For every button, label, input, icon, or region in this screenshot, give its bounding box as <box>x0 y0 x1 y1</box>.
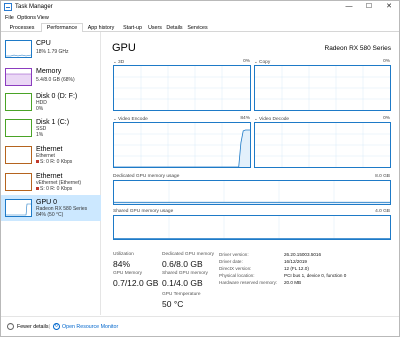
shared-memory-label: Shared GPU memory <box>162 271 208 276</box>
shared-memory-value: 0.1/4.0 GB <box>162 278 203 288</box>
dedicated-memory-plot <box>114 181 390 204</box>
maximize-button[interactable]: ☐ <box>361 1 377 13</box>
gpu-temperature-label: GPU Temperature <box>162 292 201 297</box>
tab-startup[interactable]: Start-up <box>119 23 146 32</box>
gpu-temperature-value: 50 °C <box>162 299 184 309</box>
collapse-chevron-icon[interactable]: ⌃ <box>7 323 14 330</box>
dedicated-memory-value: 0.6/8.0 GB <box>162 259 203 269</box>
sidebar-item-detail: S: 0 R: 0 Kbps <box>36 186 72 192</box>
sidebar-item-gpu-0[interactable]: GPU 0 Radeon RX 580 Series 84% (50 °C) <box>1 195 101 221</box>
sidebar-item-vethernet[interactable]: Ethernet vEthernet (Ethernet) S: 0 R: 0 … <box>1 169 101 193</box>
info-label: DirectX version: <box>219 266 252 271</box>
network-throughput: S: 0 R: 0 Kbps <box>40 159 73 165</box>
sidebar-item-detail: 84% (50 °C) <box>36 212 64 218</box>
menu-file[interactable]: File <box>5 14 14 23</box>
info-label: Physical location: <box>219 273 255 278</box>
info-label: Hardware reserved memory: <box>219 280 278 285</box>
sidebar-item-memory[interactable]: Memory 5.4/8.0 GB (68%) <box>1 64 101 88</box>
utilization-value: 84% <box>113 259 131 269</box>
tab-details[interactable]: Details <box>164 23 185 32</box>
title-bar[interactable]: Task Manager — ☐ ✕ <box>1 1 399 14</box>
dedicated-memory-graph <box>113 180 391 205</box>
window-title: Task Manager <box>15 4 53 10</box>
performance-sidebar: CPU 18% 1.79 GHz Memory 5.4/8.0 GB (68%)… <box>1 32 101 315</box>
sidebar-item-label: CPU <box>36 40 51 47</box>
info-value: 20.0 MB <box>284 280 302 285</box>
menu-bar: File Options View <box>1 14 399 23</box>
info-value: 26.20.15003.5016 <box>284 252 322 257</box>
menu-options[interactable]: Options <box>17 14 36 23</box>
graph-3d <box>113 65 251 111</box>
graph-grid <box>255 123 390 167</box>
resource-monitor-icon[interactable]: ↻ <box>53 323 60 330</box>
sidebar-item-detail: 0% <box>36 106 44 112</box>
tab-processes[interactable]: Processes <box>3 23 41 32</box>
page-title: GPU <box>112 42 136 54</box>
status-indicator-icon <box>36 187 39 191</box>
shared-memory-plot <box>114 216 390 239</box>
utilization-label: Utilization <box>113 252 134 257</box>
graph-video-encode-plot <box>114 123 250 167</box>
gpu-memory-label: GPU Memory <box>113 271 143 276</box>
sidebar-item-detail: 5.4/8.0 GB (68%) <box>36 77 75 83</box>
disk-0-thumbnail <box>5 93 32 111</box>
close-button[interactable]: ✕ <box>381 1 397 13</box>
info-value: 16/12/2019 <box>284 259 307 264</box>
info-label: Driver version: <box>219 252 249 257</box>
task-manager-window: Task Manager — ☐ ✕ File Options View Pro… <box>0 0 400 337</box>
fewer-details-link[interactable]: Fewer details <box>17 323 49 331</box>
gpu-0-thumbnail-graph <box>6 203 31 216</box>
info-value: PCI bus 1, device 0, function 0 <box>284 273 347 278</box>
gpu-model-name: Radeon RX 580 Series <box>324 45 392 52</box>
graph-video-decode <box>254 122 391 168</box>
shared-memory-graph <box>113 215 391 240</box>
encode-usage-area <box>114 130 250 167</box>
sidebar-item-disk-0[interactable]: Disk 0 (D: F:) HDD 0% <box>1 89 101 113</box>
minimize-button[interactable]: — <box>341 1 357 13</box>
graph-copy <box>254 65 391 111</box>
footer-separator: | <box>49 324 51 330</box>
sidebar-item-ethernet[interactable]: Ethernet Ethernet S: 0 R: 0 Kbps <box>1 142 101 166</box>
footer: ⌃ Fewer details | ↻ Open Resource Monito… <box>1 316 399 336</box>
network-throughput: S: 0 R: 0 Kbps <box>40 186 73 192</box>
memory-thumbnail <box>5 68 32 86</box>
info-value: 12 (FL 12.0) <box>284 266 309 271</box>
gpu-detail-pane: GPU Radeon RX 580 Series ⌄ 3D 0% ⌄ Copy … <box>102 32 399 315</box>
menu-view[interactable]: View <box>37 14 49 23</box>
tab-services[interactable]: Services <box>185 23 210 32</box>
vethernet-thumbnail <box>5 173 32 191</box>
sidebar-item-disk-1[interactable]: Disk 1 (C:) SSD 1% <box>1 115 101 139</box>
sidebar-item-label: Memory <box>36 68 62 75</box>
task-manager-icon <box>4 3 12 11</box>
encode-usage-line <box>114 129 250 167</box>
graph-grid <box>255 66 390 110</box>
memory-thumbnail-graph <box>6 73 31 85</box>
ethernet-thumbnail <box>5 146 32 164</box>
open-resource-monitor-link[interactable]: Open Resource Monitor <box>62 323 118 331</box>
disk-1-thumbnail <box>5 119 32 137</box>
graph-grid <box>114 66 250 110</box>
status-indicator-icon <box>36 160 39 164</box>
graph-video-encode <box>113 122 251 168</box>
gpu-memory-value: 0.7/12.0 GB <box>113 278 159 288</box>
sidebar-item-cpu[interactable]: CPU 18% 1.79 GHz <box>1 36 101 60</box>
dedicated-memory-label: Dedicated GPU memory <box>162 252 214 257</box>
tab-bar: Processes Performance App history Start-… <box>1 23 399 32</box>
cpu-thumbnail <box>5 40 32 58</box>
sidebar-item-detail: 18% 1.79 GHz <box>36 49 69 55</box>
sidebar-item-detail: 1% <box>36 132 44 138</box>
tab-users[interactable]: Users <box>146 23 164 32</box>
tab-performance[interactable]: Performance <box>41 23 83 32</box>
cpu-thumbnail-graph <box>6 54 32 57</box>
gpu-0-thumbnail <box>5 199 32 217</box>
tab-app-history[interactable]: App history <box>83 23 119 32</box>
sidebar-item-detail: S: 0 R: 0 Kbps <box>36 159 72 165</box>
info-label: Driver date: <box>219 259 243 264</box>
